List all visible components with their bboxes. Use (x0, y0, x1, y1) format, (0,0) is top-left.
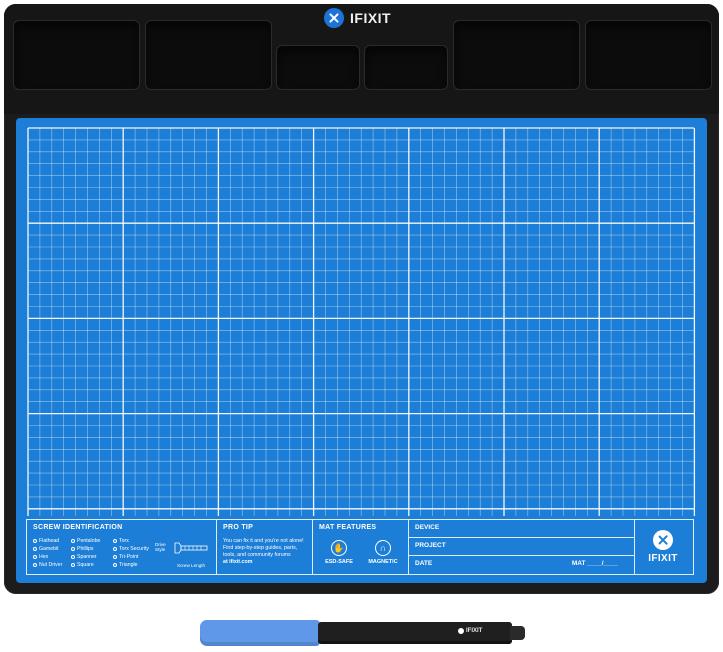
project-fields-section: DEVICE PROJECT DATE MAT ____/____ (409, 520, 635, 574)
screw-type-label: Torx Security (119, 546, 149, 552)
screw-type-label: Triangle (119, 562, 138, 568)
screw-type-item: Torx Security (113, 546, 159, 552)
compartment-1 (13, 20, 140, 90)
tray-brand-text: IFIXIT (350, 10, 392, 26)
screw-type-dot-icon (71, 563, 75, 567)
marker-brand-text: IFIXIT (466, 628, 483, 634)
screw-type-item: Nut Driver (33, 562, 71, 568)
ifixit-logo-icon (324, 8, 344, 28)
blue-grid-mat (16, 118, 707, 583)
magnetic-feature: ∩ MAGNETIC (363, 540, 403, 565)
esd-safe-feature: ✋ ESD-SAFE (319, 540, 359, 565)
panel-logo-text: IFIXIT (648, 553, 678, 564)
screw-length-label: Screw Length (177, 563, 206, 568)
screw-type-label: Gamebit (39, 546, 59, 552)
screw-identification-title: SCREW IDENTIFICATION (33, 524, 123, 531)
mat-features-section: MAT FEATURES ✋ ESD-SAFE ∩ MAGNETIC (313, 520, 409, 574)
drive-style-label: Drive Style (155, 542, 166, 552)
pro-tip-line: tools, and community forums (223, 552, 291, 558)
device-field: DEVICE (415, 524, 440, 531)
marker-tip (510, 626, 525, 640)
mat-info-panel: SCREW IDENTIFICATION Flathead Pentalobe To… (26, 519, 694, 575)
ifixit-logo-icon (653, 530, 673, 550)
screw-type-item: Gamebit (33, 546, 71, 552)
pro-tip-line: Find step-by-step guides, parts, (223, 545, 298, 551)
mat-features-title: MAT FEATURES (319, 524, 377, 531)
screw-type-dot-icon (113, 563, 117, 567)
screw-type-item: Spanner (71, 554, 113, 560)
screw-type-item: Phillips (71, 546, 113, 552)
panel-logo: IFIXIT (633, 520, 693, 574)
screw-type-dot-icon (71, 539, 75, 543)
screw-type-label: Tri-Point (119, 554, 139, 560)
screw-type-label: Pentalobe (77, 538, 101, 544)
tray-brand: IFIXIT (324, 6, 399, 30)
mat-number-field: MAT ____/____ (571, 560, 618, 567)
pro-tip-section: PRO TIP You can fix it and you're not al… (217, 520, 313, 574)
mat-grid (27, 127, 696, 516)
esd-safe-label: ESD-SAFE (325, 559, 353, 565)
compartment-2 (145, 20, 272, 90)
screw-type-item: Square (71, 562, 113, 568)
field-divider (409, 537, 634, 538)
screw-type-dot-icon (33, 539, 37, 543)
magnet-icon: ∩ (375, 540, 391, 556)
screw-type-label: Nut Driver (39, 562, 63, 568)
screw-type-dot-icon (71, 555, 75, 559)
screw-type-dot-icon (113, 539, 117, 543)
field-divider (409, 555, 634, 556)
project-field: PROJECT (415, 542, 446, 549)
screw-type-dot-icon (33, 547, 37, 551)
screw-type-label: Phillips (77, 546, 94, 552)
compartment-3 (276, 45, 360, 90)
screw-type-dot-icon (71, 547, 75, 551)
screw-identification-section: SCREW IDENTIFICATION Flathead Pentalobe To… (27, 520, 217, 574)
screw-diagram-icon (174, 542, 208, 554)
pro-tip-line: at ifixit.com (223, 559, 253, 565)
screw-type-item: Tri-Point (113, 554, 159, 560)
screw-type-item: Hex (33, 554, 71, 560)
screw-type-item: Pentalobe (71, 538, 113, 544)
compartment-6 (585, 20, 712, 90)
magnetic-label: MAGNETIC (368, 559, 398, 565)
screw-type-label: Hex (39, 554, 49, 560)
ifixit-logo-icon (458, 628, 464, 634)
esd-hand-icon: ✋ (331, 540, 347, 556)
screw-type-dot-icon (113, 555, 117, 559)
screw-type-list: Flathead Pentalobe Torx Gamebit Phillips Torx… (33, 538, 159, 568)
screw-type-dot-icon (113, 547, 117, 551)
screw-type-label: Flathead (39, 538, 60, 544)
compartment-4 (364, 45, 448, 90)
screw-type-dot-icon (33, 555, 37, 559)
marker-barrel (318, 622, 512, 644)
screw-type-label: Torx (119, 538, 129, 544)
pro-tip-title: PRO TIP (223, 524, 254, 531)
pro-tip-line: You can fix it and you're not alone! (223, 538, 304, 544)
pro-tip-text: You can fix it and you're not alone! Fin… (223, 538, 311, 566)
screw-type-label: Square (77, 562, 94, 568)
screw-type-item: Flathead (33, 538, 71, 544)
screw-type-item: Torx (113, 538, 159, 544)
compartment-5 (453, 20, 580, 90)
marker-cap (200, 620, 320, 646)
screw-type-item: Triangle (113, 562, 159, 568)
screw-type-label: Spanner (77, 554, 97, 560)
screw-type-dot-icon (33, 563, 37, 567)
marker-brand: IFIXIT (458, 628, 482, 634)
dry-erase-marker: IFIXIT (200, 618, 525, 648)
